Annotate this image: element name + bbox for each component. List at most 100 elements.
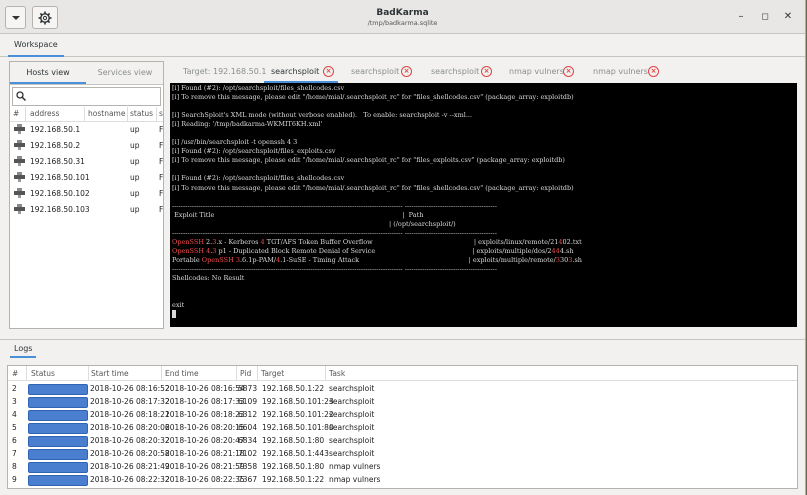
host-status: up [130, 141, 140, 150]
log-end-time: 2018-10-26 08:22:35 [165, 475, 245, 484]
close-tab-icon[interactable]: × [401, 66, 412, 77]
col-start-time[interactable]: Start time [91, 369, 129, 378]
log-end-time: 2018-10-26 08:20:47 [165, 436, 245, 445]
logs-table-header: # Status Start time End time Pid Target … [8, 366, 797, 381]
log-start-time: 2018-10-26 08:21:49 [90, 462, 170, 471]
log-row[interactable]: 3 2018-10-26 08:17:32 2018-10-26 08:17:33 6… [8, 395, 797, 408]
log-start-time: 2018-10-26 08:17:32 [90, 397, 170, 406]
log-end-time: 2018-10-26 08:20:15 [165, 423, 245, 432]
log-row[interactable]: 2 2018-10-26 08:16:52 2018-10-26 08:16:54 5… [8, 382, 797, 395]
computer-icon [14, 172, 25, 184]
host-row[interactable]: 192.168.50.1 up F [10, 121, 163, 137]
host-status: up [130, 157, 140, 166]
log-start-time: 2018-10-26 08:20:58 [90, 449, 170, 458]
col-task[interactable]: Task [329, 369, 345, 378]
host-s: F [159, 141, 164, 150]
col-address[interactable]: address [30, 109, 59, 118]
col-index[interactable]: # [12, 369, 18, 378]
hosts-panel-tabs: Hosts view Services view [10, 62, 163, 85]
log-row[interactable]: 4 2018-10-26 08:18:21 2018-10-26 08:18:23 6… [8, 408, 797, 421]
log-task: searchsploit [329, 384, 375, 393]
close-tab-icon[interactable]: × [648, 66, 659, 77]
host-row[interactable]: 192.168.50.101 up F [10, 169, 163, 185]
host-row[interactable]: 192.168.50.102 up F [10, 185, 163, 201]
close-button[interactable]: ✕ [781, 10, 795, 24]
host-row[interactable]: 192.168.50.103 up F [10, 201, 163, 217]
tab-searchsploit-2[interactable]: searchsploit × [351, 64, 412, 80]
tab-nmap-vulners-1[interactable]: nmap vulners × [509, 64, 574, 80]
log-row[interactable]: 9 2018-10-26 08:22:32 2018-10-26 08:22:35 7… [8, 473, 797, 486]
host-search-input[interactable] [12, 87, 161, 106]
log-end-time: 2018-10-26 08:16:54 [165, 384, 245, 393]
col-index[interactable]: # [13, 109, 19, 118]
host-row[interactable]: 192.168.50.31 up F [10, 153, 163, 169]
progress-bar [28, 436, 88, 447]
log-target: 192.168.50.1:80 [262, 436, 325, 445]
tab-services-view[interactable]: Services view [87, 62, 163, 84]
progress-bar [28, 384, 88, 395]
col-status[interactable]: status [130, 109, 153, 118]
tab-label: searchsploit [271, 67, 320, 76]
log-index: 2 [12, 384, 17, 393]
col-target[interactable]: Target [261, 369, 284, 378]
tab-label: nmap vulners [509, 67, 564, 76]
log-target: 192.168.50.1:443 [262, 449, 329, 458]
tab-workspace[interactable]: Workspace [8, 37, 64, 57]
host-s: F [159, 189, 164, 198]
log-target: 192.168.50.1:80 [262, 462, 325, 471]
tab-label: nmap vulners [593, 67, 648, 76]
log-task: searchsploit [329, 449, 375, 458]
log-end-time: 2018-10-26 08:21:18 [165, 449, 245, 458]
col-s[interactable]: s [159, 109, 163, 118]
col-status[interactable]: Status [31, 369, 55, 378]
tab-logs[interactable]: Logs [10, 342, 37, 358]
log-index: 3 [12, 397, 17, 406]
task-tabs: Target: 192.168.50.1 searchsploit × sear… [170, 61, 797, 83]
search-icon [16, 91, 26, 101]
progress-bar [28, 397, 88, 408]
maximize-button[interactable]: ◻ [758, 10, 772, 24]
workspace-panel: Target: 192.168.50.1 searchsploit × sear… [170, 61, 797, 327]
host-status: up [130, 125, 140, 134]
log-task: searchsploit [329, 397, 375, 406]
col-end-time[interactable]: End time [165, 369, 199, 378]
close-tab-icon[interactable]: × [323, 66, 334, 77]
host-row[interactable]: 192.168.50.2 up F [10, 137, 163, 153]
tab-nmap-vulners-2[interactable]: nmap vulners × [593, 64, 659, 80]
host-address: 192.168.50.103 [30, 205, 90, 214]
col-hostname[interactable]: hostname [88, 109, 125, 118]
log-pid: 7367 [238, 475, 258, 484]
log-row[interactable]: 8 2018-10-26 08:21:49 2018-10-26 08:21:59 7… [8, 460, 797, 473]
log-row[interactable]: 5 2018-10-26 08:20:06 2018-10-26 08:20:15 6… [8, 421, 797, 434]
log-start-time: 2018-10-26 08:18:21 [90, 410, 170, 419]
host-status: up [130, 173, 140, 182]
tab-searchsploit-3[interactable]: searchsploit × [431, 64, 492, 80]
log-task: searchsploit [329, 423, 375, 432]
log-row[interactable]: 6 2018-10-26 08:20:32 2018-10-26 08:20:47 6… [8, 434, 797, 447]
log-index: 7 [12, 449, 17, 458]
terminal[interactable]: [i] Found (#2): /opt/searchsploit/files_… [170, 83, 797, 327]
log-task: searchsploit [329, 436, 375, 445]
col-pid[interactable]: Pid [240, 369, 251, 378]
computer-icon [14, 140, 25, 152]
log-end-time: 2018-10-26 08:18:23 [165, 410, 245, 419]
tab-searchsploit-1[interactable]: searchsploit × [271, 64, 334, 80]
window-subtitle: /tmp/badkarma.sqlite [367, 19, 438, 27]
computer-icon [14, 188, 25, 200]
host-address: 192.168.50.2 [30, 141, 81, 150]
tab-hosts-view[interactable]: Hosts view [10, 62, 86, 84]
log-index: 5 [12, 423, 17, 432]
host-status: up [130, 189, 140, 198]
close-tab-icon[interactable]: × [481, 66, 492, 77]
host-s: F [159, 157, 164, 166]
log-start-time: 2018-10-26 08:22:32 [90, 475, 170, 484]
log-task: nmap vulners [329, 462, 381, 471]
minimize-button[interactable]: – [734, 10, 748, 24]
close-tab-icon[interactable]: × [563, 66, 574, 77]
log-task: nmap vulners [329, 475, 381, 484]
target-label: Target: 192.168.50.1 [183, 67, 267, 76]
log-row[interactable]: 7 2018-10-26 08:20:58 2018-10-26 08:21:18 7… [8, 447, 797, 460]
logs-table: # Status Start time End time Pid Target … [7, 365, 798, 489]
log-pid: 5873 [238, 384, 258, 393]
log-index: 8 [12, 462, 17, 471]
